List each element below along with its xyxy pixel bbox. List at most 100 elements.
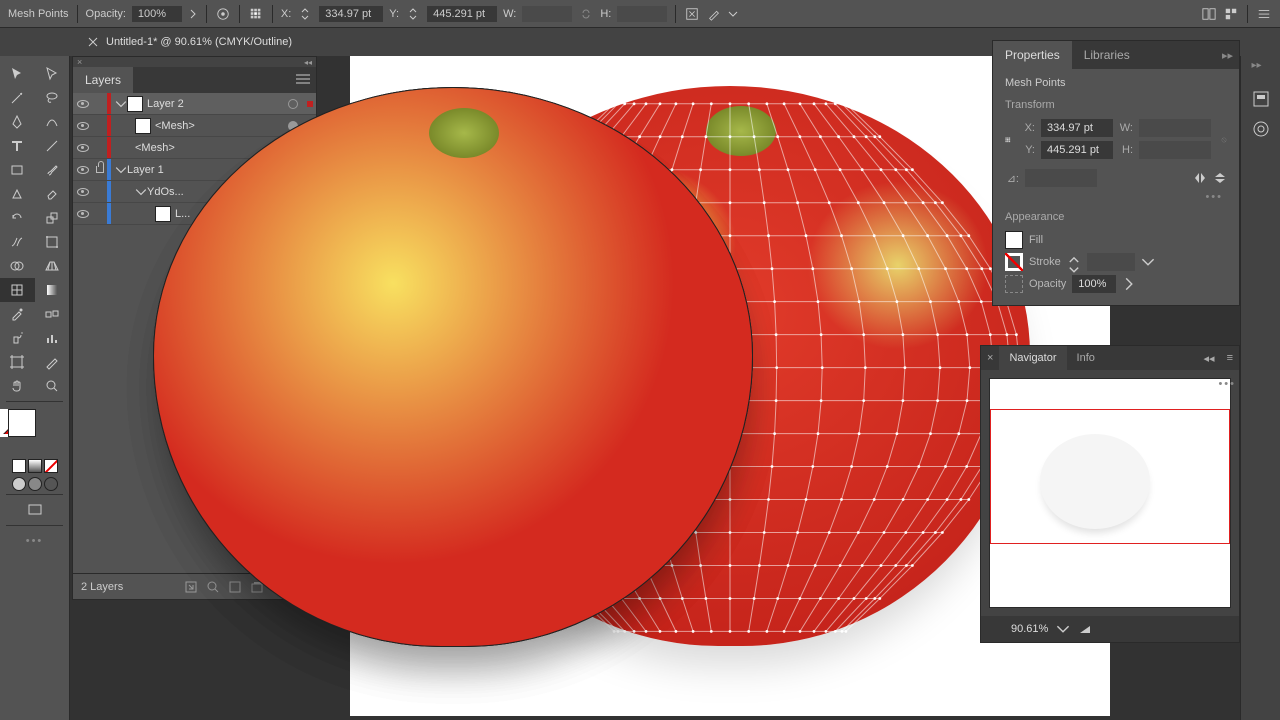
reference-point-icon[interactable] bbox=[1005, 134, 1011, 148]
chevron-down-icon[interactable] bbox=[728, 6, 738, 22]
cc-libraries-icon[interactable] bbox=[1252, 120, 1270, 138]
collapse-icon[interactable]: ◂◂ bbox=[1198, 352, 1221, 365]
width-tool[interactable] bbox=[0, 230, 35, 254]
link-wh-icon[interactable] bbox=[578, 6, 594, 22]
rectangle-tool[interactable] bbox=[0, 158, 35, 182]
close-icon[interactable]: × bbox=[981, 352, 999, 364]
document-tab[interactable]: Untitled-1* @ 90.61% (CMYK/Outline) bbox=[78, 28, 302, 56]
tab-properties[interactable]: Properties bbox=[993, 41, 1072, 69]
flip-vertical-icon[interactable] bbox=[1213, 171, 1227, 185]
tab-navigator[interactable]: Navigator bbox=[999, 346, 1066, 370]
zoom-in-icon[interactable] bbox=[1078, 622, 1092, 636]
properties-dock-icon[interactable] bbox=[1252, 90, 1270, 108]
tab-libraries[interactable]: Libraries bbox=[1072, 41, 1142, 69]
list-icon[interactable] bbox=[1256, 6, 1272, 22]
shaper-tool[interactable] bbox=[0, 182, 35, 206]
stroke-swatch[interactable] bbox=[1005, 253, 1023, 271]
visibility-toggle[interactable] bbox=[73, 210, 93, 218]
visibility-toggle[interactable] bbox=[73, 166, 93, 174]
collapse-panel-icon[interactable]: ▸▸ bbox=[1216, 49, 1239, 62]
tab-info[interactable]: Info bbox=[1067, 346, 1105, 370]
scale-tool[interactable] bbox=[35, 206, 70, 230]
panel-collapse-icon[interactable]: ◂◂ bbox=[304, 58, 312, 67]
y-stepper-icon[interactable] bbox=[405, 6, 421, 22]
chevron-right-icon[interactable] bbox=[1122, 277, 1136, 291]
visibility-toggle[interactable] bbox=[73, 144, 93, 152]
blend-tool[interactable] bbox=[35, 302, 70, 326]
panel-overflow-icon[interactable]: ••• bbox=[1218, 378, 1236, 390]
free-transform-tool[interactable] bbox=[35, 230, 70, 254]
screen-mode-icon[interactable] bbox=[0, 498, 69, 522]
flip-horizontal-icon[interactable] bbox=[1193, 171, 1207, 185]
locate-icon[interactable] bbox=[206, 580, 220, 594]
panel-toggle-icon[interactable]: ▸▸ bbox=[1252, 60, 1270, 78]
disclosure-icon[interactable] bbox=[135, 186, 147, 198]
zoom-out-icon[interactable] bbox=[989, 622, 1003, 636]
layer-row[interactable]: <Mesh> bbox=[73, 115, 316, 137]
curvature-tool[interactable] bbox=[35, 110, 70, 134]
chevron-down-icon[interactable] bbox=[1141, 255, 1155, 269]
slice-tool[interactable] bbox=[35, 350, 70, 374]
reference-point-icon[interactable] bbox=[248, 6, 264, 22]
eraser-tool[interactable] bbox=[35, 182, 70, 206]
layers-tab[interactable]: Layers bbox=[73, 67, 133, 93]
panel-menu-icon[interactable]: ≡ bbox=[1221, 352, 1239, 364]
x-stepper-icon[interactable] bbox=[297, 6, 313, 22]
navigator-view[interactable] bbox=[989, 378, 1231, 608]
mesh-tool[interactable] bbox=[0, 278, 35, 302]
selection-tool[interactable] bbox=[0, 62, 35, 86]
navigator-viewport[interactable] bbox=[990, 409, 1230, 544]
fill-swatch[interactable] bbox=[8, 409, 36, 437]
draw-inside-icon[interactable] bbox=[44, 477, 58, 491]
type-tool[interactable] bbox=[0, 134, 35, 158]
more-options-icon[interactable]: ••• bbox=[1005, 191, 1227, 203]
arrange-docs-icon[interactable] bbox=[1201, 6, 1217, 22]
recolor-icon[interactable] bbox=[215, 6, 231, 22]
export-icon[interactable] bbox=[184, 580, 198, 594]
transform-y-input[interactable] bbox=[1041, 141, 1113, 159]
visibility-toggle[interactable] bbox=[73, 122, 93, 130]
visibility-toggle[interactable] bbox=[73, 100, 93, 108]
visibility-toggle[interactable] bbox=[73, 188, 93, 196]
disclosure-icon[interactable] bbox=[115, 98, 127, 110]
perspective-tool[interactable] bbox=[35, 254, 70, 278]
lasso-tool[interactable] bbox=[35, 86, 70, 110]
column-graph-tool[interactable] bbox=[35, 326, 70, 350]
clip-mask-icon[interactable] bbox=[228, 580, 242, 594]
zoom-tool[interactable] bbox=[35, 374, 70, 398]
chevron-right-icon[interactable] bbox=[188, 6, 198, 22]
panel-menu-icon[interactable] bbox=[290, 74, 316, 87]
magic-wand-tool[interactable] bbox=[0, 86, 35, 110]
x-input[interactable] bbox=[319, 6, 383, 22]
color-mode-icon[interactable] bbox=[12, 459, 26, 473]
fill-stroke-swatch[interactable] bbox=[4, 409, 65, 453]
target-icon[interactable] bbox=[282, 99, 304, 109]
lock-toggle[interactable] bbox=[93, 166, 107, 173]
y-input[interactable] bbox=[427, 6, 497, 22]
draw-behind-icon[interactable] bbox=[28, 477, 42, 491]
stroke-weight-stepper[interactable] bbox=[1067, 255, 1081, 269]
pen-tool[interactable] bbox=[0, 110, 35, 134]
layer-row[interactable]: YdOs... bbox=[73, 181, 316, 203]
edit-similar-icon[interactable] bbox=[706, 6, 722, 22]
none-mode-icon[interactable] bbox=[44, 459, 58, 473]
fill-swatch[interactable] bbox=[1005, 231, 1023, 249]
layer-row[interactable]: Layer 2 bbox=[73, 93, 316, 115]
draw-normal-icon[interactable] bbox=[12, 477, 26, 491]
eyedropper-tool[interactable] bbox=[0, 302, 35, 326]
rotate-tool[interactable] bbox=[0, 206, 35, 230]
opacity-input[interactable] bbox=[132, 6, 182, 22]
opacity-input[interactable] bbox=[1072, 275, 1116, 293]
symbol-sprayer-tool[interactable] bbox=[0, 326, 35, 350]
shape-builder-tool[interactable] bbox=[0, 254, 35, 278]
gradient-tool[interactable] bbox=[35, 278, 70, 302]
paintbrush-tool[interactable] bbox=[35, 158, 70, 182]
constrain-icon[interactable] bbox=[1221, 134, 1227, 148]
gpu-icon[interactable] bbox=[1223, 6, 1239, 22]
panel-close-icon[interactable]: × bbox=[77, 57, 82, 67]
transform-x-input[interactable] bbox=[1041, 119, 1113, 137]
edit-toolbar-icon[interactable]: ••• bbox=[0, 529, 69, 553]
line-tool[interactable] bbox=[35, 134, 70, 158]
gradient-mode-icon[interactable] bbox=[28, 459, 42, 473]
disclosure-icon[interactable] bbox=[115, 164, 127, 176]
